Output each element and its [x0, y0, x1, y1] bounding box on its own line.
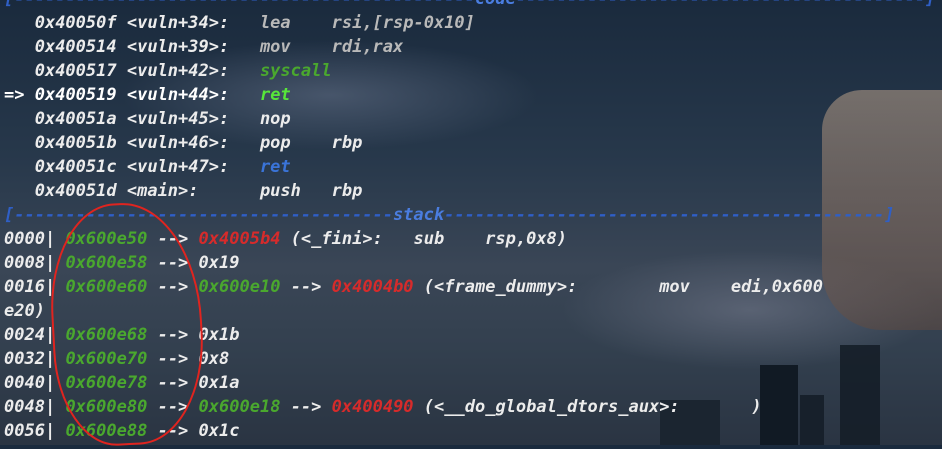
instr-operands: rbp — [331, 133, 363, 153]
stack-offset: 0000| — [4, 229, 56, 249]
stack-line: 0056| 0x600e88 --> 0x1c — [4, 419, 240, 443]
code-line: 0x400514 <vuln+39>: mov rdi,rax — [4, 35, 404, 59]
deref-arrow: --> — [157, 277, 189, 297]
instr-mnemonic: mov — [259, 37, 291, 57]
stack-address: 0x600e70 — [65, 349, 148, 369]
stack-line: 0000| 0x600e50 --> 0x4005b4 (<_fini>: su… — [4, 227, 567, 251]
stack-value: 0x19 — [198, 253, 240, 273]
stack-address: 0x600e68 — [65, 325, 148, 345]
instr-address: 0x40051a — [34, 109, 117, 129]
stack-address: 0x600e60 — [65, 277, 148, 297]
instr-address: 0x40051c — [34, 157, 117, 177]
instr-mnemonic: ret — [259, 85, 291, 105]
deref-arrow: --> — [157, 253, 189, 273]
stack-value: 0x1b — [198, 325, 240, 345]
stack-value: 0x8 — [198, 349, 230, 369]
stack-offset: 0016| — [4, 277, 56, 297]
stack-address: 0x600e80 — [65, 397, 148, 417]
deref-arrow: --> — [157, 373, 189, 393]
stack-offset: 0032| — [4, 349, 56, 369]
instr-mnemonic: lea — [259, 13, 291, 33]
deref-arrow: --> — [157, 229, 189, 249]
instr-symbol: <vuln+47>: — [126, 157, 230, 177]
stack-value: 0x400490 — [331, 397, 414, 417]
stack-address: 0x600e78 — [65, 373, 148, 393]
code-line: 0x40051b <vuln+46>: pop rbp — [4, 131, 363, 155]
instr-address: 0x400517 — [34, 61, 117, 81]
instr-symbol: <vuln+45>: — [126, 109, 230, 129]
stack-value: 0x600e10 — [198, 277, 281, 297]
stack-offset: 0024| — [4, 325, 56, 345]
stack-offset: 0048| — [4, 397, 56, 417]
stack-annotation: (<frame_dummy>: mov edi,0x600 — [423, 277, 823, 297]
stack-separator: [-------------------------------------st… — [4, 205, 895, 225]
code-line: 0x40051c <vuln+47>: ret — [4, 155, 291, 179]
instr-mnemonic: nop — [259, 109, 291, 129]
stack-section-title: stack — [392, 205, 445, 225]
stack-line: 0048| 0x600e80 --> 0x600e18 --> 0x400490… — [4, 395, 762, 419]
instr-address: 0x400519 — [34, 85, 117, 105]
stack-annotation: (<__do_global_dtors_aux>: ) — [423, 397, 762, 417]
instr-symbol: <vuln+42>: — [126, 61, 230, 81]
code-line: 0x40051d <main>: push rbp — [4, 179, 363, 203]
instr-symbol: <vuln+34>: — [126, 13, 230, 33]
stack-address: 0x600e58 — [65, 253, 148, 273]
instr-symbol: <vuln+44>: — [126, 85, 230, 105]
code-line: 0x40051a <vuln+45>: nop — [4, 107, 291, 131]
stack-value: 0x4005b4 — [198, 229, 281, 249]
instr-address: 0x40051d — [34, 181, 117, 201]
stack-line-wrap: e20) — [4, 299, 45, 323]
instr-operands: rsi,[rsp-0x10] — [331, 13, 475, 33]
stack-line: 0040| 0x600e78 --> 0x1a — [4, 371, 240, 395]
instr-symbol: <vuln+46>: — [126, 133, 230, 153]
code-separator: [---------------------------------------… — [4, 0, 935, 11]
deref-arrow: --> — [290, 397, 322, 417]
stack-annotation: (<_fini>: sub rsp,0x8) — [290, 229, 568, 249]
stack-offset: 0056| — [4, 421, 56, 441]
instr-mnemonic: push — [259, 181, 301, 201]
instr-mnemonic: pop — [259, 133, 291, 153]
code-line: 0x400517 <vuln+42>: syscall — [4, 59, 332, 83]
deref-arrow: --> — [157, 421, 189, 441]
stack-line: 0016| 0x600e60 --> 0x600e10 --> 0x4004b0… — [4, 275, 823, 299]
deref-arrow: --> — [290, 277, 322, 297]
stack-offset: 0008| — [4, 253, 56, 273]
current-instruction-marker: => — [4, 85, 25, 105]
deref-arrow: --> — [157, 349, 189, 369]
instr-mnemonic: ret — [259, 157, 291, 177]
deref-arrow: --> — [157, 397, 189, 417]
code-line: 0x40050f <vuln+34>: lea rsi,[rsp-0x10] — [4, 11, 475, 35]
stack-offset: 0040| — [4, 373, 56, 393]
code-section-title: code — [475, 0, 516, 9]
stack-value: 0x4004b0 — [331, 277, 414, 297]
instr-symbol: <vuln+39>: — [126, 37, 230, 57]
instr-operands: rdi,rax — [331, 37, 404, 57]
instr-operands: rbp — [331, 181, 363, 201]
instr-symbol: <main>: — [126, 181, 199, 201]
stack-annotation: e20) — [4, 301, 45, 321]
instr-address: 0x400514 — [34, 37, 117, 57]
stack-value: 0x600e18 — [198, 397, 281, 417]
stack-value: 0x1c — [198, 421, 240, 441]
instr-address: 0x40050f — [34, 13, 117, 33]
terminal-output[interactable]: [---------------------------------------… — [0, 0, 942, 449]
stack-value: 0x1a — [198, 373, 240, 393]
stack-line: 0024| 0x600e68 --> 0x1b — [4, 323, 240, 347]
stack-address: 0x600e50 — [65, 229, 148, 249]
deref-arrow: --> — [157, 325, 189, 345]
stack-address: 0x600e88 — [65, 421, 148, 441]
code-line-current: => 0x400519 <vuln+44>: ret — [4, 83, 291, 107]
stack-line: 0032| 0x600e70 --> 0x8 — [4, 347, 229, 371]
stack-line: 0008| 0x600e58 --> 0x19 — [4, 251, 240, 275]
instr-address: 0x40051b — [34, 133, 117, 153]
instr-mnemonic: syscall — [259, 61, 332, 81]
